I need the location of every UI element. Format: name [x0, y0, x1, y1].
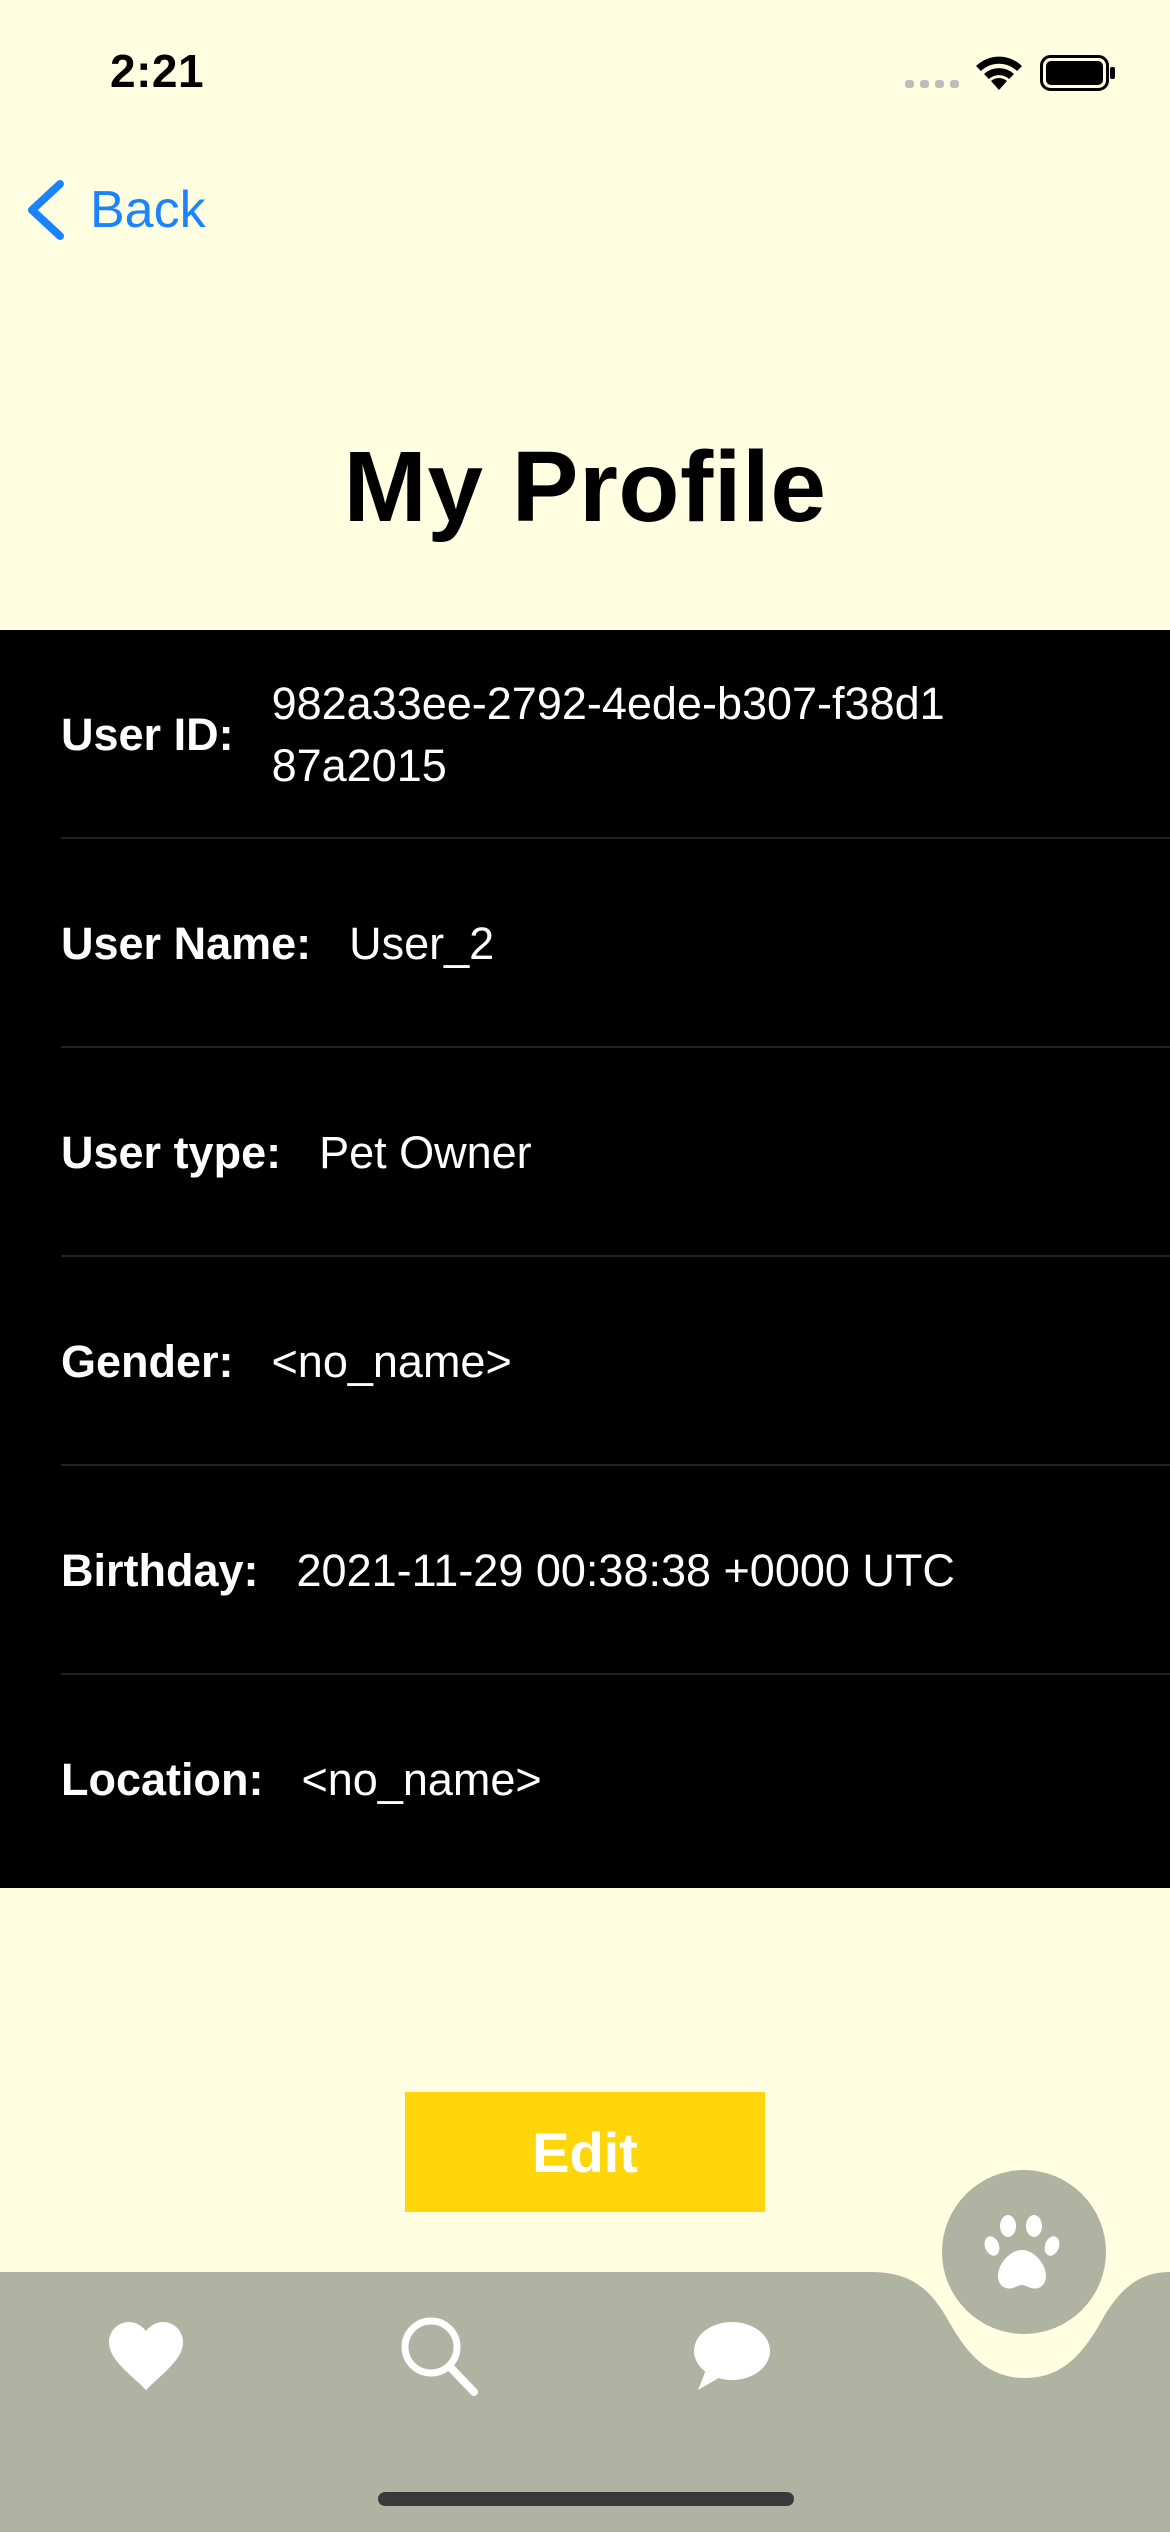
field-value: Pet Owner	[319, 1126, 532, 1178]
tab-bar	[0, 2170, 1170, 2532]
page-title: My Profile	[343, 431, 827, 543]
field-value: 2021-11-29 00:38:38 +0000 UTC	[296, 1544, 955, 1596]
chevron-left-icon	[28, 180, 64, 240]
profile-row-user-type: User type: Pet Owner	[61, 1048, 1170, 1257]
heart-icon[interactable]	[107, 2320, 185, 2392]
profile-info-table: User ID: 982a33ee-2792-4ede-b307-f38d187…	[0, 630, 1170, 1888]
signal-icon	[905, 80, 959, 88]
chat-icon[interactable]	[692, 2320, 772, 2392]
field-label: Location:	[61, 1753, 264, 1805]
field-label: Gender:	[61, 1335, 234, 1387]
paw-tab-button[interactable]	[942, 2170, 1106, 2334]
profile-row-birthday: Birthday: 2021-11-29 00:38:38 +0000 UTC	[61, 1466, 1170, 1675]
field-label: User type:	[61, 1126, 282, 1178]
profile-row-gender: Gender: <no_name>	[61, 1257, 1170, 1466]
search-icon[interactable]	[398, 2314, 480, 2398]
field-value: 982a33ee-2792-4ede-b307-f38d187a2015	[271, 677, 945, 791]
back-button[interactable]: Back	[22, 170, 206, 250]
profile-row-location: Location: <no_name>	[61, 1675, 1170, 1884]
profile-row-user-name: User Name: User_2	[61, 839, 1170, 1048]
battery-icon	[1040, 55, 1115, 91]
field-label: Birthday:	[61, 1544, 259, 1596]
field-label: User Name:	[61, 917, 312, 969]
back-label: Back	[90, 181, 206, 239]
home-indicator	[378, 2492, 794, 2506]
status-time: 2:21	[110, 45, 205, 97]
field-value: <no_name>	[271, 1335, 512, 1387]
field-value: User_2	[349, 917, 495, 969]
field-label: User ID:	[61, 708, 234, 760]
field-value: <no_name>	[301, 1753, 542, 1805]
profile-row-user-id: User ID: 982a33ee-2792-4ede-b307-f38d187…	[61, 630, 1170, 839]
paw-icon	[984, 2215, 1060, 2289]
wifi-icon	[976, 56, 1022, 90]
